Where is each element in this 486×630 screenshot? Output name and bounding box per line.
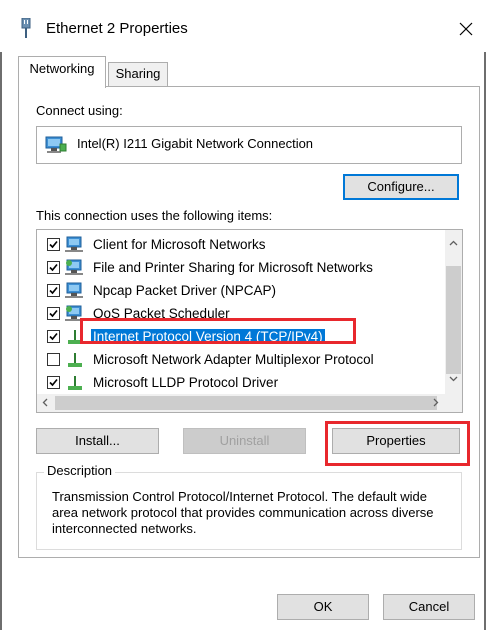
item-label: Microsoft Network Adapter Multiplexor Pr… — [93, 352, 374, 367]
install-button[interactable]: Install... — [36, 428, 159, 454]
items-label: This connection uses the following items… — [36, 208, 273, 223]
item-checkbox[interactable] — [47, 261, 60, 274]
network-adapter-icon — [45, 136, 67, 157]
connect-using-label: Connect using: — [36, 103, 123, 118]
item-label: Microsoft LLDP Protocol Driver — [93, 375, 279, 390]
item-label: File and Printer Sharing for Microsoft N… — [93, 260, 373, 275]
configure-button[interactable]: Configure... — [343, 174, 459, 200]
window-frame-left — [0, 0, 2, 630]
item-checkbox[interactable] — [47, 238, 60, 251]
item-label: Npcap Packet Driver (NPCAP) — [93, 283, 277, 298]
item-checkbox[interactable] — [47, 353, 60, 366]
item-label: Internet Protocol Version 4 (TCP/IPv4) — [91, 329, 325, 344]
horizontal-scrollbar[interactable] — [37, 394, 462, 412]
description-text: Transmission Control Protocol/Internet P… — [52, 489, 434, 536]
scroll-left-icon[interactable] — [42, 398, 48, 407]
close-icon — [459, 22, 473, 36]
item-checkbox[interactable] — [47, 307, 60, 320]
title-bar[interactable]: Ethernet 2 Properties — [0, 0, 486, 52]
network-client-icon — [65, 282, 87, 303]
ok-button[interactable]: OK — [277, 594, 369, 620]
item-checkbox[interactable] — [47, 376, 60, 389]
properties-dialog: Ethernet 2 Properties Networking Sharing… — [0, 0, 486, 630]
checkmark-icon — [49, 378, 58, 387]
list-item[interactable]: Client for Microsoft Networks — [37, 234, 437, 256]
ethernet-adapter-icon — [20, 17, 32, 38]
items-list[interactable]: Client for Microsoft Networks File and P… — [36, 229, 463, 413]
tab-networking[interactable]: Networking — [18, 56, 106, 88]
list-item[interactable]: Npcap Packet Driver (NPCAP) — [37, 280, 437, 302]
scroll-down-icon[interactable] — [449, 376, 458, 382]
protocol-icon — [65, 374, 87, 395]
item-label: QoS Packet Scheduler — [93, 306, 230, 321]
item-checkbox[interactable] — [47, 284, 60, 297]
item-checkbox[interactable] — [47, 330, 60, 343]
close-button[interactable] — [446, 10, 486, 46]
list-item[interactable]: Microsoft Network Adapter Multiplexor Pr… — [37, 349, 437, 371]
adapter-field: Intel(R) I211 Gigabit Network Connection — [36, 126, 462, 164]
checkmark-icon — [49, 286, 58, 295]
adapter-name: Intel(R) I211 Gigabit Network Connection — [77, 136, 314, 151]
cancel-button[interactable]: Cancel — [383, 594, 475, 620]
protocol-icon — [65, 328, 87, 349]
checkmark-icon — [49, 240, 58, 249]
description-legend: Description — [44, 463, 116, 478]
tab-sharing[interactable]: Sharing — [108, 62, 168, 86]
network-client-icon — [65, 236, 87, 257]
item-label: Client for Microsoft Networks — [93, 237, 266, 252]
list-item[interactable]: QoS Packet Scheduler — [37, 303, 437, 325]
uninstall-button: Uninstall — [183, 428, 306, 454]
network-service-icon — [65, 305, 87, 326]
network-service-icon — [65, 259, 87, 280]
checkmark-icon — [49, 332, 58, 341]
vertical-scroll-thumb[interactable] — [446, 266, 461, 374]
checkmark-icon — [49, 263, 58, 272]
scroll-right-icon[interactable] — [433, 398, 439, 407]
properties-button[interactable]: Properties — [332, 428, 460, 454]
checkmark-icon — [49, 309, 58, 318]
list-item[interactable]: Microsoft LLDP Protocol Driver — [37, 372, 437, 394]
protocol-icon — [65, 351, 87, 372]
window-title: Ethernet 2 Properties — [46, 20, 188, 37]
scroll-up-icon[interactable] — [449, 240, 458, 246]
vertical-scrollbar[interactable] — [445, 230, 462, 394]
horizontal-scroll-thumb[interactable] — [55, 396, 437, 410]
list-item-selected[interactable]: Internet Protocol Version 4 (TCP/IPv4) — [37, 326, 437, 348]
list-item[interactable]: File and Printer Sharing for Microsoft N… — [37, 257, 437, 279]
